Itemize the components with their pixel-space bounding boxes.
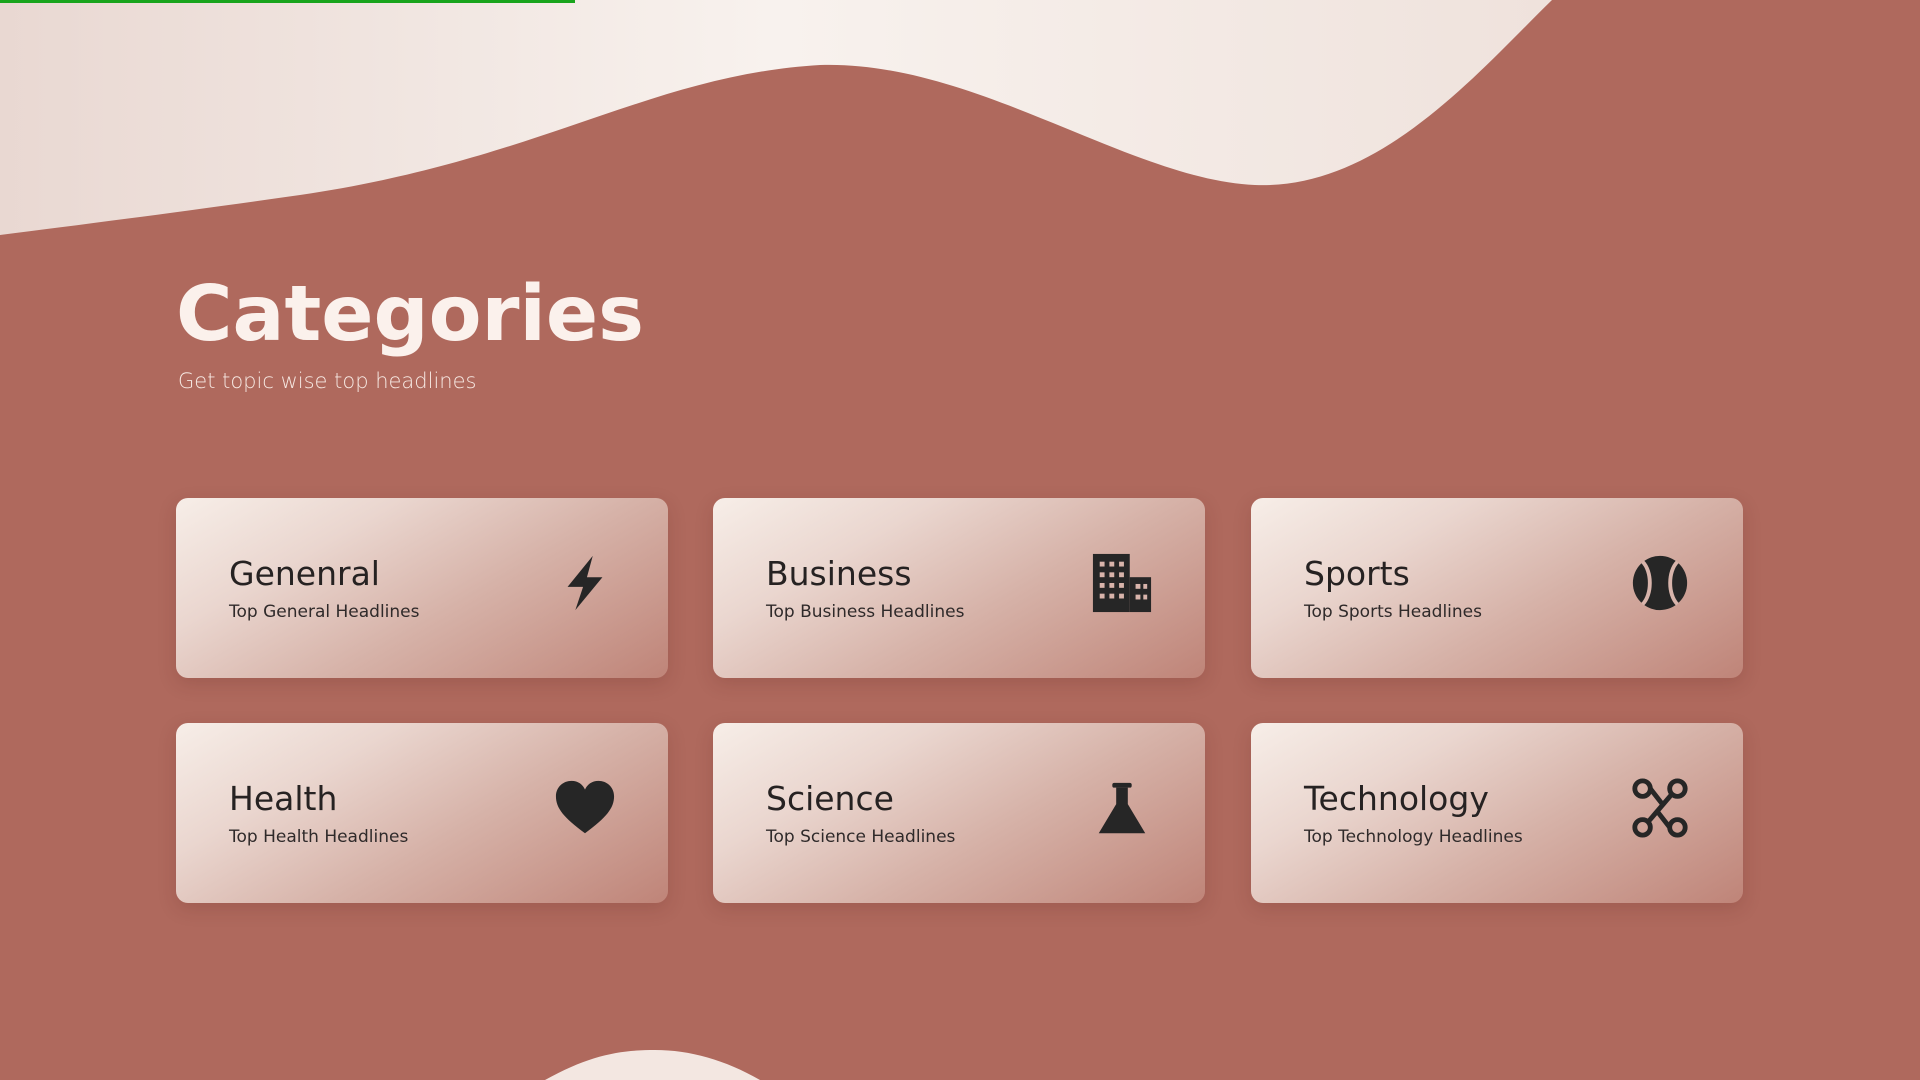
ball-icon: [1629, 552, 1691, 614]
building-icon: [1091, 552, 1153, 614]
page-subtitle: Get topic wise top headlines: [178, 368, 477, 393]
category-card-general[interactable]: Genenral Top General Headlines: [176, 498, 668, 678]
categories-page: Categories Get topic wise top headlines …: [0, 0, 1920, 1080]
page-title: Categories: [176, 270, 644, 359]
category-title: Genenral: [229, 554, 380, 593]
category-title: Sports: [1304, 554, 1410, 593]
page-header: Categories Get topic wise top headlines: [176, 270, 644, 393]
heart-icon: [554, 777, 616, 839]
category-subtitle: Top General Headlines: [229, 602, 420, 622]
category-subtitle: Top Technology Headlines: [1304, 827, 1523, 847]
category-card-science[interactable]: Science Top Science Headlines: [713, 723, 1205, 903]
loading-progress-bar: [0, 0, 575, 3]
category-card-technology[interactable]: Technology Top Technology Headlines: [1251, 723, 1743, 903]
category-card-business[interactable]: Business Top Business Headlines: [713, 498, 1205, 678]
category-title: Health: [229, 779, 338, 818]
category-subtitle: Top Health Headlines: [229, 827, 409, 847]
category-subtitle: Top Science Headlines: [766, 827, 956, 847]
lightning-icon: [554, 552, 616, 614]
category-title: Technology: [1304, 779, 1489, 818]
category-subtitle: Top Sports Headlines: [1304, 602, 1482, 622]
route-icon: [1629, 777, 1691, 839]
flask-icon: [1091, 777, 1153, 839]
category-title: Science: [766, 779, 894, 818]
category-subtitle: Top Business Headlines: [766, 602, 965, 622]
category-title: Business: [766, 554, 912, 593]
category-card-health[interactable]: Health Top Health Headlines: [176, 723, 668, 903]
category-card-sports[interactable]: Sports Top Sports Headlines: [1251, 498, 1743, 678]
